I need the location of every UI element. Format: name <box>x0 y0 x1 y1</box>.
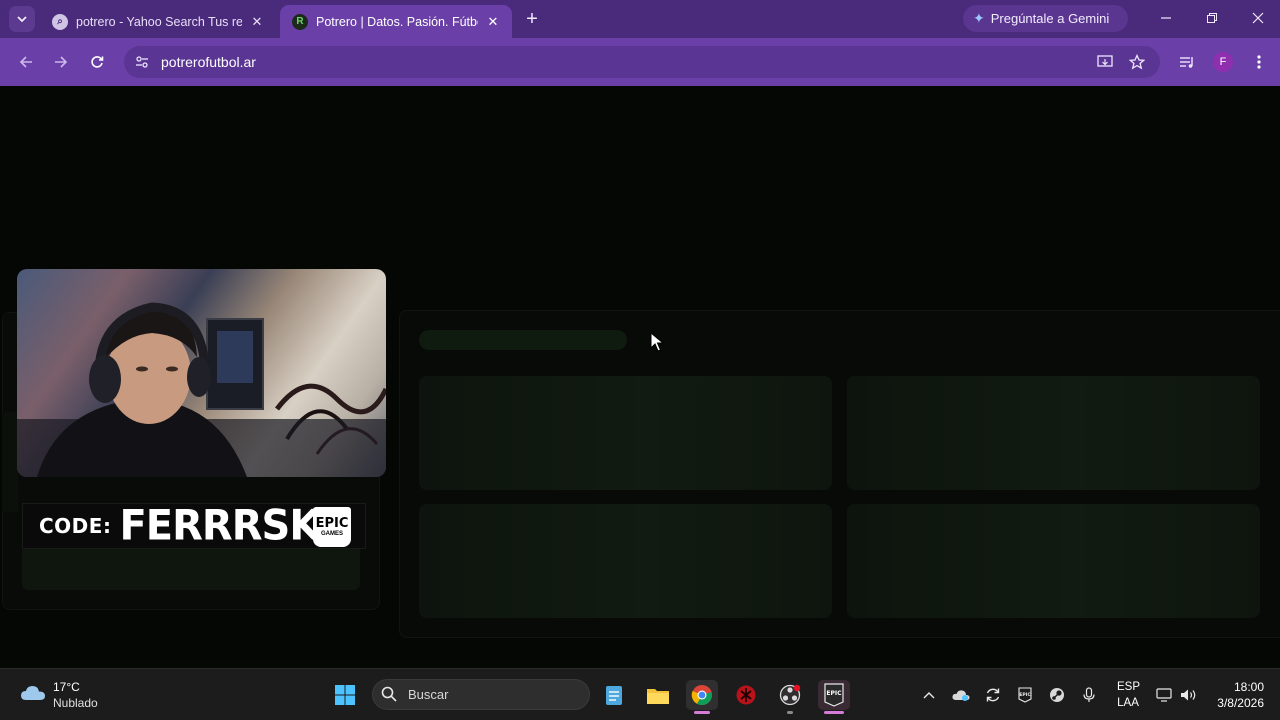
clock-time[interactable]: 18:00 <box>1218 680 1264 694</box>
clock-date[interactable]: 3/8/2026 <box>1200 696 1264 710</box>
close-icon <box>1252 12 1264 24</box>
mouse-cursor-icon <box>650 332 664 352</box>
forward-button[interactable] <box>47 50 75 74</box>
running-app-indicator <box>787 711 793 714</box>
svg-text:EPIC: EPIC <box>826 690 842 697</box>
active-app-indicator <box>694 711 710 714</box>
obs-icon <box>779 684 801 706</box>
webcam-person-illustration <box>17 302 386 477</box>
sync-icon[interactable] <box>983 686 1003 704</box>
webcam-overlay <box>17 269 386 477</box>
epic-games-logo: EPIC GAMES <box>313 507 351 547</box>
skeleton-card <box>419 376 832 490</box>
potrero-favicon: R <box>292 13 308 30</box>
epic-games-tray-icon[interactable]: EPIC <box>1015 686 1035 704</box>
onedrive-icon[interactable] <box>951 686 971 704</box>
windows-start-icon <box>335 685 355 705</box>
file-explorer-icon <box>647 689 669 704</box>
input-layout[interactable]: LAA <box>1117 697 1139 709</box>
tab-title: potrero - Yahoo Search Tus resultados <box>76 14 242 29</box>
address-url[interactable]: potrerofutbol.ar <box>161 54 256 70</box>
install-app-icon[interactable] <box>1094 52 1116 72</box>
restore-button[interactable] <box>1190 4 1234 32</box>
bookmark-star-icon[interactable] <box>1126 52 1148 72</box>
microphone-icon[interactable] <box>1079 686 1099 704</box>
restore-icon <box>1207 13 1217 23</box>
taskbar-app-file-explorer[interactable] <box>642 680 674 710</box>
arrow-left-icon <box>19 56 32 68</box>
skeleton-card <box>419 504 832 618</box>
input-language[interactable]: ESP <box>1117 681 1140 693</box>
taskbar-app-epic-games[interactable]: EPIC <box>818 680 850 710</box>
minimize-button[interactable] <box>1144 4 1188 32</box>
chrome-icon <box>691 685 712 706</box>
weather-temperature[interactable]: 17°C <box>53 680 80 694</box>
address-bar[interactable] <box>124 46 1160 78</box>
epic-games-icon: EPIC <box>824 683 844 707</box>
notepad-icon <box>606 686 622 705</box>
cloud-weather-icon[interactable] <box>20 682 46 704</box>
media-controls-icon[interactable] <box>1176 52 1198 72</box>
arrow-right-icon <box>55 56 68 68</box>
skeleton-edge <box>2 412 18 512</box>
chevron-down-icon <box>17 16 27 23</box>
yahoo-search-favicon: ⌕ <box>52 13 68 30</box>
minimize-icon <box>1161 17 1171 19</box>
close-window-button[interactable] <box>1236 4 1280 32</box>
skeleton-title <box>419 330 627 350</box>
code-label: CODE: <box>39 514 112 538</box>
taskbar-app-red[interactable] <box>730 680 762 710</box>
skeleton-block <box>22 546 360 590</box>
steam-icon[interactable] <box>1047 686 1067 704</box>
close-icon[interactable]: ✕ <box>484 13 502 31</box>
creator-code-banner: CODE: FERRRSKR EPIC GAMES <box>22 502 366 550</box>
gemini-button[interactable]: ✦ Pregúntale a Gemini <box>963 5 1128 32</box>
reload-button[interactable] <box>83 50 111 74</box>
site-info-icon[interactable] <box>132 52 152 72</box>
skeleton-card <box>847 376 1260 490</box>
search-placeholder[interactable]: Buscar <box>408 687 448 702</box>
taskbar-app-obs[interactable] <box>774 680 806 710</box>
taskbar-search-input[interactable] <box>372 679 590 710</box>
search-icon <box>381 686 397 702</box>
taskbar-app-chrome[interactable] <box>686 680 718 710</box>
web-page: CODE: FERRRSKR EPIC GAMES <box>0 86 1280 660</box>
back-button[interactable] <box>12 50 40 74</box>
new-tab-button[interactable]: + <box>520 8 544 32</box>
start-button[interactable] <box>329 680 361 710</box>
reload-icon <box>91 56 104 68</box>
gemini-label: Pregúntale a Gemini <box>990 11 1110 26</box>
network-icon[interactable] <box>1155 686 1175 704</box>
close-icon[interactable]: ✕ <box>248 13 266 31</box>
tab-yahoo-search[interactable]: ⌕ potrero - Yahoo Search Tus resultados … <box>40 5 276 38</box>
volume-icon[interactable] <box>1179 686 1199 704</box>
taskbar-app-notepad[interactable] <box>598 680 630 710</box>
logo-bottom: GAMES <box>320 530 343 537</box>
logo-top: EPIC <box>315 515 349 531</box>
gemini-sparkle-icon: ✦ <box>973 10 985 26</box>
skeleton-card <box>847 504 1260 618</box>
chevron-up-icon[interactable] <box>919 686 939 704</box>
weather-description[interactable]: Nublado <box>53 696 98 710</box>
active-app-indicator <box>824 711 844 714</box>
tab-potrero[interactable]: R Potrero | Datos. Pasión. Fútbol. ✕ <box>280 5 512 38</box>
profile-avatar[interactable]: F <box>1213 52 1233 72</box>
tab-search-button[interactable] <box>9 6 35 32</box>
more-menu-icon[interactable] <box>1250 50 1268 74</box>
tab-title: Potrero | Datos. Pasión. Fútbol. <box>316 14 478 29</box>
app-icon <box>736 685 756 705</box>
svg-text:EPIC: EPIC <box>1019 692 1031 698</box>
